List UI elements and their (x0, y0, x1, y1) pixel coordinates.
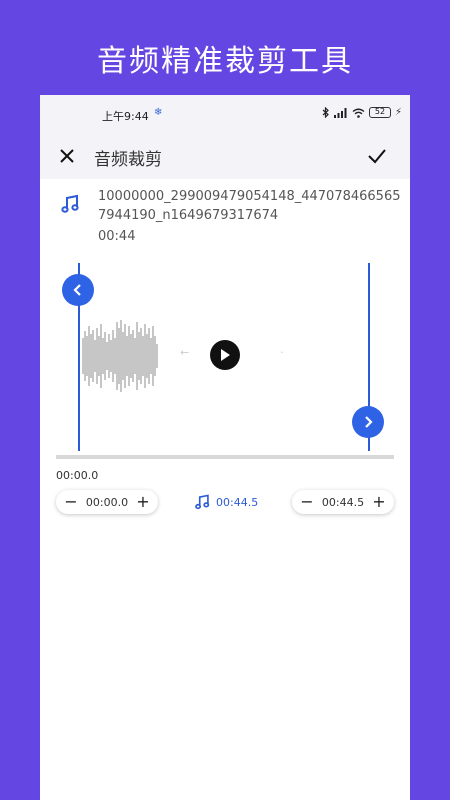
phone-screen: 上午9:44 ❄ 52 ⚡ 音频裁剪 10000000_299009479054… (40, 95, 410, 800)
end-decrease-button[interactable]: − (300, 494, 314, 510)
toolbar: 音频裁剪 (40, 133, 410, 179)
start-increase-button[interactable]: + (136, 494, 150, 510)
trim-end-handle[interactable] (352, 406, 384, 438)
music-note-icon (195, 494, 210, 510)
selected-duration: 00:44.5 (194, 493, 258, 511)
end-increase-button[interactable]: + (372, 494, 386, 510)
end-time-value: 00:44.5 (321, 495, 365, 509)
page-title: 音频裁剪 (94, 150, 162, 170)
settings-small-icon: ❄ (154, 107, 163, 118)
trim-start-handle[interactable] (62, 274, 94, 306)
banner-title: 音频精准裁剪工具 (97, 44, 353, 79)
end-time-stepper: − 00:44.5 + (292, 490, 394, 514)
play-button[interactable] (210, 340, 240, 370)
start-time-stepper: − 00:00.0 + (56, 490, 158, 514)
battery-icon: 52 (368, 107, 391, 118)
file-name: 10000000_299009479054148_447078466565794… (98, 189, 401, 223)
status-time: 上午9:44 (102, 110, 149, 123)
waveform (82, 320, 158, 392)
bluetooth-icon (322, 107, 329, 118)
signal-icon (333, 107, 347, 118)
play-icon (221, 349, 230, 361)
wifi-icon (352, 108, 365, 118)
selected-duration-value: 00:44.5 (216, 495, 259, 509)
music-note-icon (61, 194, 79, 213)
start-decrease-button[interactable]: − (64, 494, 78, 510)
chevron-left-icon (73, 284, 81, 296)
charging-icon: ⚡ (394, 107, 402, 118)
chevron-right-icon (365, 416, 373, 428)
timeline-bar[interactable] (56, 455, 394, 459)
confirm-check-icon[interactable] (364, 143, 390, 169)
status-icons: 52 ⚡ (322, 107, 402, 118)
battery-level: 52 (374, 107, 386, 116)
status-bar: 上午9:44 ❄ 52 ⚡ (40, 95, 410, 133)
faint-left-arrow-icon: ← (180, 346, 190, 359)
file-duration: 00:44 (98, 229, 136, 244)
timeline-start-label: 00:00.0 (56, 469, 99, 482)
waveform-editor[interactable]: ← · (40, 260, 410, 460)
faint-right-dot-icon: · (280, 346, 284, 359)
close-icon[interactable] (54, 143, 80, 169)
start-time-value: 00:00.0 (85, 495, 129, 509)
